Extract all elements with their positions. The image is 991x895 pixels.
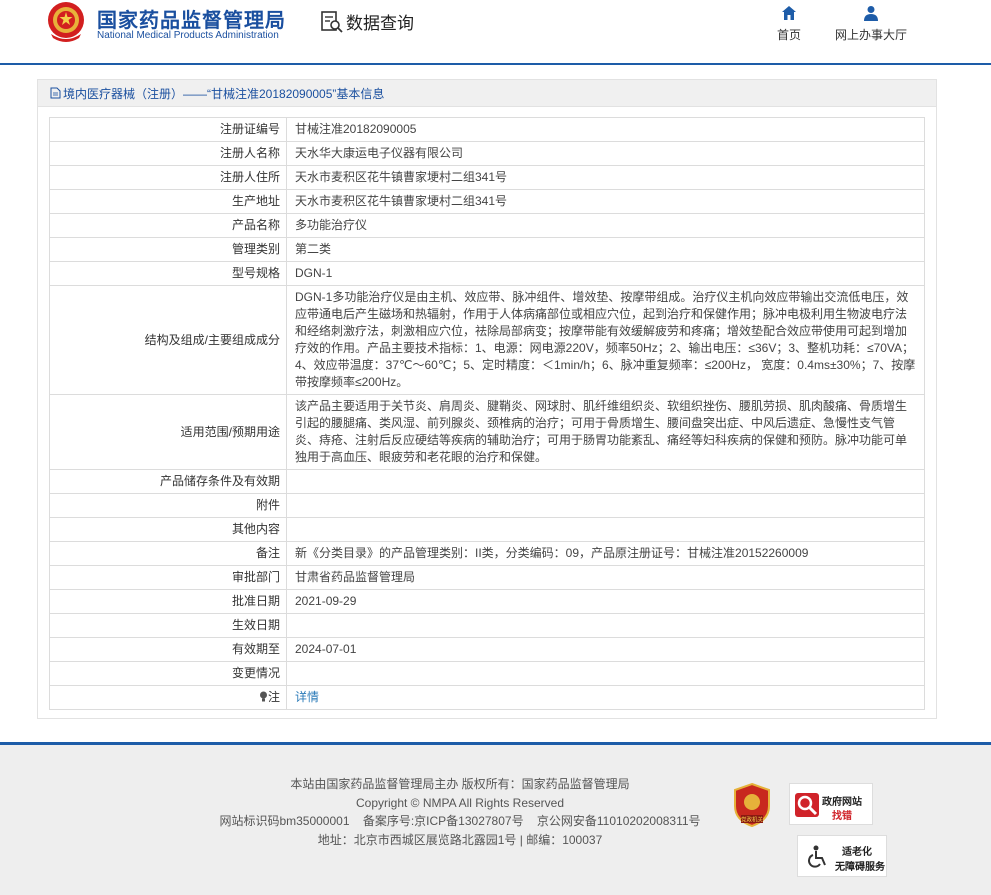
site-name[interactable]: 国家药品监督管理局 xyxy=(97,4,286,33)
elderly-friendly-label: 适老化 xyxy=(842,847,872,858)
field-label: 产品储存条件及有效期 xyxy=(49,469,287,494)
site-header: 国家药品监督管理局 National Medical Products Admi… xyxy=(0,0,991,64)
find-error-label: 找错 xyxy=(832,811,852,822)
device-info-table: 注册证编号 甘械注准20182090005 注册人名称 天水华大康运电子仪器有限公司… xyxy=(49,117,925,710)
field-value: DGN-1多功能治疗仪是由主机、效应带、脉冲组件、增效垫、按摩带组成。治疗仪主机… xyxy=(286,285,925,395)
note-label: 注 xyxy=(267,690,280,704)
field-value: 天水市麦积区花牛镇曹家埂村二组341号 xyxy=(286,189,925,214)
table-row: 注 详情 xyxy=(49,685,925,710)
table-row: 批准日期 2021-09-29 xyxy=(49,589,925,614)
lightbulb-icon xyxy=(259,691,267,702)
table-row: 审批部门 甘肃省药品监督管理局 xyxy=(49,565,925,590)
field-label: 其他内容 xyxy=(49,517,287,542)
data-query-link[interactable]: 数据查询 xyxy=(320,9,414,34)
field-value xyxy=(286,469,925,494)
table-row: 生产地址 天水市麦积区花牛镇曹家埂村二组341号 xyxy=(49,189,925,214)
field-value: 新《分类目录》的产品管理类别：II类，分类编码：09，产品原注册证号：甘械注准2… xyxy=(286,541,925,566)
nav-home[interactable]: 首页 xyxy=(775,5,803,43)
note-label-cell: 注 xyxy=(49,685,287,710)
header-divider xyxy=(0,63,991,65)
field-value: 第二类 xyxy=(286,237,925,262)
user-icon xyxy=(864,6,878,21)
field-value xyxy=(286,613,925,638)
field-label: 注册人住所 xyxy=(49,165,287,190)
field-label: 型号规格 xyxy=(49,261,287,286)
table-row: 备注 新《分类目录》的产品管理类别：II类，分类编码：09，产品原注册证号：甘械注… xyxy=(49,541,925,566)
table-row: 产品储存条件及有效期 xyxy=(49,469,925,494)
field-value: 甘肃省药品监督管理局 xyxy=(286,565,925,590)
national-emblem-icon[interactable] xyxy=(45,0,87,44)
field-label: 审批部门 xyxy=(49,565,287,590)
nav-online-hall-label: 网上办事大厅 xyxy=(834,28,907,42)
field-value: 2024-07-01 xyxy=(286,637,925,662)
footer-info: 本站由国家药品监督管理局主办 版权所有：国家药品监督管理局 Copyright … xyxy=(190,775,730,849)
nav-home-label: 首页 xyxy=(776,28,801,42)
table-row: 附件 xyxy=(49,493,925,518)
table-row: 有效期至 2024-07-01 xyxy=(49,637,925,662)
field-label: 适用范围/预期用途 xyxy=(49,394,287,470)
table-row: 注册人名称 天水华大康运电子仪器有限公司 xyxy=(49,141,925,166)
field-value xyxy=(286,517,925,542)
field-label: 管理类别 xyxy=(49,237,287,262)
field-value: 天水市麦积区花牛镇曹家埂村二组341号 xyxy=(286,165,925,190)
panel-title-bar: 境内医疗器械（注册）——“甘械注准20182090005”基本信息 xyxy=(38,80,936,107)
table-row: 其他内容 xyxy=(49,517,925,542)
table-row: 结构及组成/主要组成成分 DGN-1多功能治疗仪是由主机、效应带、脉冲组件、增效垫… xyxy=(49,285,925,395)
footer-line: 本站由国家药品监督管理局主办 版权所有：国家药品监督管理局 xyxy=(290,777,630,791)
footer-line: 网站标识码bm35000001 备案序号:京ICP备13027807号 京公网安… xyxy=(219,814,701,828)
field-label: 备注 xyxy=(49,541,287,566)
accessibility-service-badge[interactable]: 适老化 无障碍服务 xyxy=(797,835,887,877)
field-value: 甘械注准20182090005 xyxy=(286,117,925,142)
field-label: 有效期至 xyxy=(49,637,287,662)
field-label: 生产地址 xyxy=(49,189,287,214)
field-value: 天水华大康运电子仪器有限公司 xyxy=(286,141,925,166)
field-label: 生效日期 xyxy=(49,613,287,638)
note-value-cell: 详情 xyxy=(286,685,925,710)
error-report-icon xyxy=(795,793,819,817)
footer-line: Copyright © NMPA All Rights Reserved xyxy=(355,795,565,810)
field-value: 多功能治疗仪 xyxy=(286,213,925,238)
accessibility-service-label: 无障碍服务 xyxy=(835,862,885,873)
accessibility-icon xyxy=(808,845,826,868)
table-row: 适用范围/预期用途 该产品主要适用于关节炎、肩周炎、腱鞘炎、网球肘、肌纤维组织炎、… xyxy=(49,394,925,470)
footer-line: 地址：北京市西城区展览路北露园1号 | 邮编：100037 xyxy=(317,832,603,847)
table-row: 型号规格 DGN-1 xyxy=(49,261,925,286)
field-label: 附件 xyxy=(49,493,287,518)
details-link[interactable]: 详情 xyxy=(295,690,319,704)
party-badge-text: 党政机关 xyxy=(741,816,764,824)
search-document-icon xyxy=(321,10,343,33)
field-value xyxy=(286,661,925,686)
party-government-badge-icon[interactable]: 党政机关 xyxy=(732,782,772,828)
field-value: 该产品主要适用于关节炎、肩周炎、腱鞘炎、网球肘、肌纤维组织炎、软组织挫伤、腰肌劳… xyxy=(286,394,925,470)
field-label: 变更情况 xyxy=(49,661,287,686)
gov-website-label: 政府网站 xyxy=(822,797,862,808)
field-label: 批准日期 xyxy=(49,589,287,614)
home-icon xyxy=(782,6,796,20)
gov-website-error-report-badge[interactable]: 政府网站 找错 xyxy=(789,783,873,825)
nav-online-hall[interactable]: 网上办事大厅 xyxy=(833,5,909,43)
site-name-english[interactable]: National Medical Products Administration xyxy=(97,30,279,41)
table-row: 变更情况 xyxy=(49,661,925,686)
document-icon xyxy=(50,87,61,99)
panel-title: 境内医疗器械（注册）——“甘械注准20182090005”基本信息 xyxy=(63,86,385,101)
field-value: DGN-1 xyxy=(286,261,925,286)
data-query-label: 数据查询 xyxy=(346,14,414,33)
table-row: 管理类别 第二类 xyxy=(49,237,925,262)
field-value xyxy=(286,493,925,518)
field-label: 注册证编号 xyxy=(49,117,287,142)
table-row: 生效日期 xyxy=(49,613,925,638)
table-row: 产品名称 多功能治疗仪 xyxy=(49,213,925,238)
field-label: 产品名称 xyxy=(49,213,287,238)
site-footer: 本站由国家药品监督管理局主办 版权所有：国家药品监督管理局 Copyright … xyxy=(0,742,991,895)
device-info-panel: 境内医疗器械（注册）——“甘械注准20182090005”基本信息 注册证编号甘… xyxy=(37,79,937,719)
table-row: 注册证编号 甘械注准20182090005 xyxy=(49,117,925,142)
table-row: 注册人住所 天水市麦积区花牛镇曹家埂村二组341号 xyxy=(49,165,925,190)
field-label: 结构及组成/主要组成成分 xyxy=(49,285,287,395)
field-label: 注册人名称 xyxy=(49,141,287,166)
field-value: 2021-09-29 xyxy=(286,589,925,614)
